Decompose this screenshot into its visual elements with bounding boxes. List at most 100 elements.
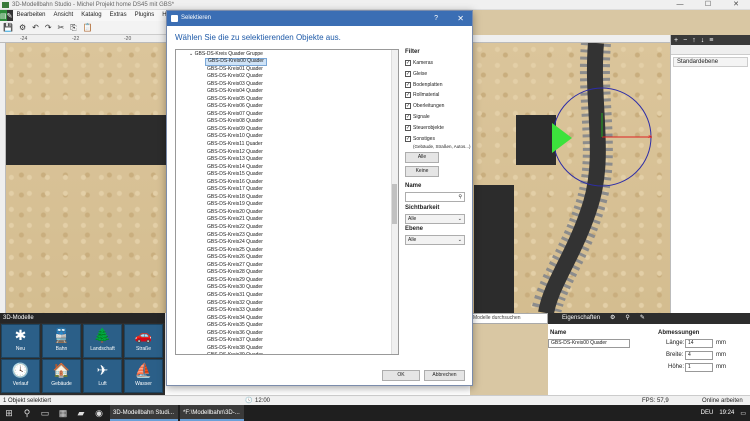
menu-katalog[interactable]: Katalog <box>77 10 105 21</box>
save-icon[interactable]: 💾 <box>3 23 13 32</box>
taskbar-3dmbs[interactable]: 3D-Modellbahn Studi... <box>110 405 179 421</box>
filter-checkbox[interactable]: ✓ <box>405 103 411 110</box>
search-icon[interactable]: ⚲ <box>18 408 36 419</box>
tree-item[interactable]: GBS-DS-Kreis17 Quader <box>205 186 267 194</box>
cut-icon[interactable]: ✂ <box>58 23 65 32</box>
tree-scrollbar[interactable] <box>391 50 398 354</box>
filter-option[interactable]: ✓ Gleise <box>405 70 427 77</box>
tree-item[interactable]: GBS-DS-Kreis34 Quader <box>205 315 267 323</box>
filter-option[interactable]: ✓ Bodenplatten <box>405 81 442 88</box>
models-tile-luft[interactable]: ✈ Luft <box>83 359 122 393</box>
object-tree[interactable]: ⌄ GBS-DS-Kreis Quader Gruppe GBS-DS-Krei… <box>175 49 399 355</box>
tree-item[interactable]: GBS-DS-Kreis04 Quader <box>205 88 267 96</box>
filter-option[interactable]: ✓ Sonstiges <box>405 135 435 142</box>
length-field[interactable]: 14 <box>685 339 713 348</box>
filter-option[interactable]: ✓ Signale <box>405 114 430 120</box>
filter-option[interactable]: ✓ Kameras <box>405 60 433 66</box>
add-layer-icon[interactable]: + <box>674 37 678 44</box>
tree-item[interactable]: GBS-DS-Kreis02 Quader <box>205 73 267 81</box>
windows-start-icon[interactable]: ⊞ <box>0 408 18 419</box>
layers-menu-icon[interactable]: ≡ <box>709 37 713 44</box>
select-none-button[interactable]: Keine <box>405 166 439 177</box>
tree-item[interactable]: GBS-DS-Kreis06 Quader <box>205 103 267 111</box>
layer-item-standard[interactable]: Standardebene <box>673 57 748 67</box>
tree-item[interactable]: GBS-DS-Kreis12 Quader <box>205 149 267 157</box>
close-window-button[interactable]: ✕ <box>722 0 750 10</box>
tree-item[interactable]: GBS-DS-Kreis00 Quader <box>205 58 267 66</box>
paste-icon[interactable]: 📋 <box>83 23 93 32</box>
models-tile-neu[interactable]: ✱ Neu <box>1 324 40 358</box>
tree-item[interactable]: GBS-DS-Kreis09 Quader <box>205 126 267 134</box>
height-field[interactable]: 1 <box>685 363 713 372</box>
minimize-button[interactable]: — <box>666 0 694 10</box>
tree-item[interactable]: GBS-DS-Kreis39 Quader <box>205 352 267 354</box>
tree-item[interactable]: GBS-DS-Kreis24 Quader <box>205 239 267 247</box>
remove-layer-icon[interactable]: − <box>683 37 687 44</box>
filter-checkbox[interactable]: ✓ <box>405 81 411 88</box>
selected-signal-arrow[interactable] <box>552 123 572 153</box>
filter-option[interactable]: ✓ Steuerobjekte <box>405 124 444 131</box>
filter-option[interactable]: ✓ Rollmaterial <box>405 92 439 99</box>
models-tile-landschaft[interactable]: 🌲 Landschaft <box>83 324 122 358</box>
task-view-icon[interactable]: ▭ <box>36 408 54 419</box>
models-search-input[interactable]: Modelle durchsuchen <box>470 313 548 324</box>
tree-item[interactable]: GBS-DS-Kreis19 Quader <box>205 201 267 209</box>
tree-item[interactable]: GBS-DS-Kreis21 Quader <box>205 216 267 224</box>
filter-checkbox[interactable]: ✓ <box>405 114 411 120</box>
name-filter-input[interactable]: ⚲ <box>405 192 465 202</box>
tree-item[interactable]: GBS-DS-Kreis05 Quader <box>205 96 267 104</box>
filter-checkbox[interactable]: ✓ <box>405 70 411 77</box>
person-icon[interactable]: ⚲ <box>625 313 629 324</box>
tree-item[interactable]: GBS-DS-Kreis07 Quader <box>205 111 267 119</box>
tree-item[interactable]: GBS-DS-Kreis16 Quader <box>205 179 267 187</box>
paint-icon[interactable]: ✎ <box>640 313 645 324</box>
select-all-button[interactable]: Alle <box>405 152 439 163</box>
tree-item[interactable]: GBS-DS-Kreis33 Quader <box>205 307 267 315</box>
layer-select[interactable]: Alle ⌄ <box>405 235 465 245</box>
maximize-button[interactable]: ☐ <box>694 0 722 10</box>
menu-plugins[interactable]: Plugins <box>131 10 159 21</box>
tree-item[interactable]: GBS-DS-Kreis31 Quader <box>205 292 267 300</box>
tree-item[interactable]: GBS-DS-Kreis32 Quader <box>205 300 267 308</box>
home-tab-icon[interactable]: ▤ <box>0 10 7 21</box>
tree-item[interactable]: GBS-DS-Kreis10 Quader <box>205 133 267 141</box>
settings-icon[interactable]: ⚙ <box>610 313 615 324</box>
models-tile-strasse[interactable]: 🚗 Straße <box>124 324 163 358</box>
tree-item[interactable]: GBS-DS-Kreis01 Quader <box>205 66 267 74</box>
folder-icon[interactable]: ▰ <box>72 408 90 419</box>
tree-item[interactable]: GBS-DS-Kreis35 Quader <box>205 322 267 330</box>
tree-item[interactable]: GBS-DS-Kreis14 Quader <box>205 164 267 172</box>
settings-icon[interactable]: ⚙ <box>19 23 26 32</box>
copy-icon[interactable]: ⎘ <box>70 23 76 33</box>
undo-icon[interactable]: ↶ <box>32 23 39 32</box>
tree-item[interactable]: GBS-DS-Kreis22 Quader <box>205 224 267 232</box>
filter-option[interactable]: ✓ Oberleitungen <box>405 103 444 110</box>
tree-item[interactable]: GBS-DS-Kreis25 Quader <box>205 247 267 255</box>
tree-item[interactable]: GBS-DS-Kreis37 Quader <box>205 337 267 345</box>
move-up-icon[interactable]: ↑ <box>692 37 696 44</box>
menu-bearbeiten[interactable]: Bearbeiten <box>13 10 50 21</box>
ok-button[interactable]: OK <box>382 370 420 381</box>
notification-icon[interactable]: ▭ <box>740 410 746 417</box>
taskbar-clock[interactable]: 19:24 <box>719 410 734 416</box>
dialog-close-button[interactable]: ✕ <box>457 11 464 26</box>
tree-item[interactable]: GBS-DS-Kreis30 Quader <box>205 284 267 292</box>
filter-checkbox[interactable]: ✓ <box>405 124 411 131</box>
redo-icon[interactable]: ↷ <box>45 23 52 32</box>
tree-item[interactable]: GBS-DS-Kreis18 Quader <box>205 194 267 202</box>
tree-item[interactable]: GBS-DS-Kreis36 Quader <box>205 330 267 338</box>
filter-checkbox[interactable]: ✓ <box>405 135 411 142</box>
models-tile-verlauf[interactable]: 🕓 Verlauf <box>1 359 40 393</box>
menu-extras[interactable]: Extras <box>106 10 131 21</box>
models-tile-bahn[interactable]: 🚆 Bahn <box>42 324 81 358</box>
tree-item[interactable]: GBS-DS-Kreis26 Quader <box>205 254 267 262</box>
filter-checkbox[interactable]: ✓ <box>405 60 411 66</box>
models-tile-gebaeude[interactable]: 🏠 Gebäude <box>42 359 81 393</box>
move-down-icon[interactable]: ↓ <box>701 37 705 44</box>
tree-item[interactable]: GBS-DS-Kreis03 Quader <box>205 81 267 89</box>
taskbar-editor[interactable]: *F:\Modellbahn\3D-... <box>180 405 244 421</box>
tree-item[interactable]: GBS-DS-Kreis27 Quader <box>205 262 267 270</box>
tree-item[interactable]: GBS-DS-Kreis20 Quader <box>205 209 267 217</box>
scrollbar-thumb[interactable] <box>392 184 397 224</box>
properties-tab[interactable]: Eigenschaften <box>562 313 600 324</box>
